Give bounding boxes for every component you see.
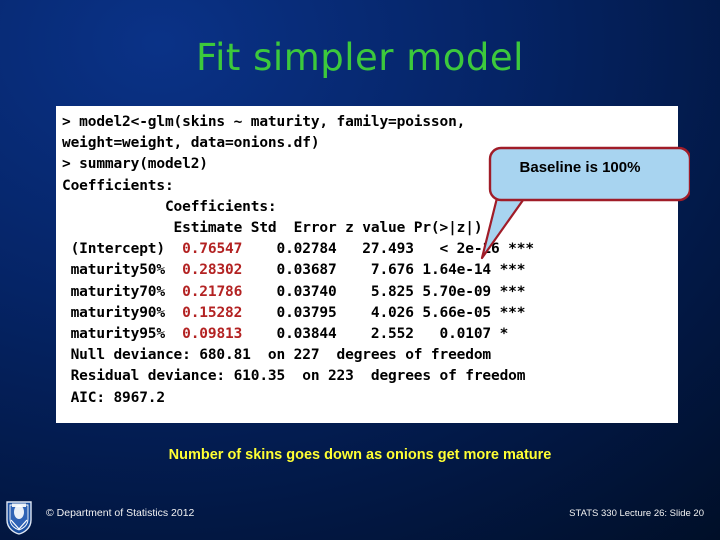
row-rest: 0.03687 7.676 1.64e-14 *** bbox=[242, 262, 526, 279]
slide-reference-text: STATS 330 Lecture 26: Slide 20 bbox=[569, 508, 704, 519]
slide-subtitle: Number of skins goes down as onions get … bbox=[168, 447, 552, 463]
term-label: (Intercept) bbox=[62, 241, 183, 258]
code-table-header: Estimate Std Error z value Pr(>|z|) bbox=[62, 220, 483, 237]
code-line: > model2<-glm(skins ~ maturity, family=p… bbox=[62, 114, 466, 130]
term-label: maturity90% bbox=[62, 304, 183, 321]
code-line: Coefficients: bbox=[62, 198, 277, 215]
estimate-value: 0.21786 bbox=[182, 283, 243, 300]
page-title: Fit simpler model bbox=[196, 36, 524, 79]
estimate-value: 0.09813 bbox=[182, 326, 243, 343]
row-rest: 0.03740 5.825 5.70e-09 *** bbox=[242, 283, 526, 300]
residual-deviance-line: Residual deviance: 610.35 on 223 degrees… bbox=[62, 368, 526, 385]
null-deviance-line: Null deviance: 680.81 on 227 degrees of … bbox=[62, 347, 492, 364]
term-label: maturity95% bbox=[62, 326, 183, 343]
aic-line: AIC: 8967.2 bbox=[62, 389, 166, 406]
slide-canvas: Fit simpler model > model2<-glm(skins ~ … bbox=[0, 0, 720, 540]
estimate-value: 0.28302 bbox=[182, 262, 243, 279]
estimate-value: 0.76547 bbox=[182, 241, 243, 258]
table-row-maturity95: maturity95% 0.09813 0.03844 2.552 0.0107… bbox=[62, 324, 678, 345]
term-label: maturity70% bbox=[62, 283, 183, 300]
row-rest: 0.03844 2.552 0.0107 * bbox=[242, 326, 509, 343]
row-rest: 0.03795 4.026 5.66e-05 *** bbox=[242, 304, 526, 321]
table-row-maturity90: maturity90% 0.15282 0.03795 4.026 5.66e-… bbox=[62, 303, 678, 324]
estimate-value: 0.15282 bbox=[182, 304, 243, 321]
callout-label: Baseline is 100% bbox=[519, 159, 641, 176]
code-line: Coefficients: bbox=[62, 177, 174, 194]
table-row-maturity70: maturity70% 0.21786 0.03740 5.825 5.70e-… bbox=[62, 282, 678, 303]
r-console-output-panel: > model2<-glm(skins ~ maturity, family=p… bbox=[56, 106, 678, 423]
code-line: weight=weight, data=onions.df) bbox=[62, 135, 320, 152]
slide-footer: © Department of Statistics 2012 STATS 33… bbox=[0, 498, 720, 540]
term-label: maturity50% bbox=[62, 262, 183, 279]
copyright-text: © Department of Statistics 2012 bbox=[46, 507, 195, 519]
table-row-maturity50: maturity50% 0.28302 0.03687 7.676 1.64e-… bbox=[62, 260, 678, 281]
table-row-intercept: (Intercept) 0.76547 0.02784 27.493 < 2e-… bbox=[62, 239, 678, 260]
university-crest-icon bbox=[6, 501, 32, 535]
row-rest: 0.02784 27.493 < 2e-16 *** bbox=[242, 241, 535, 258]
